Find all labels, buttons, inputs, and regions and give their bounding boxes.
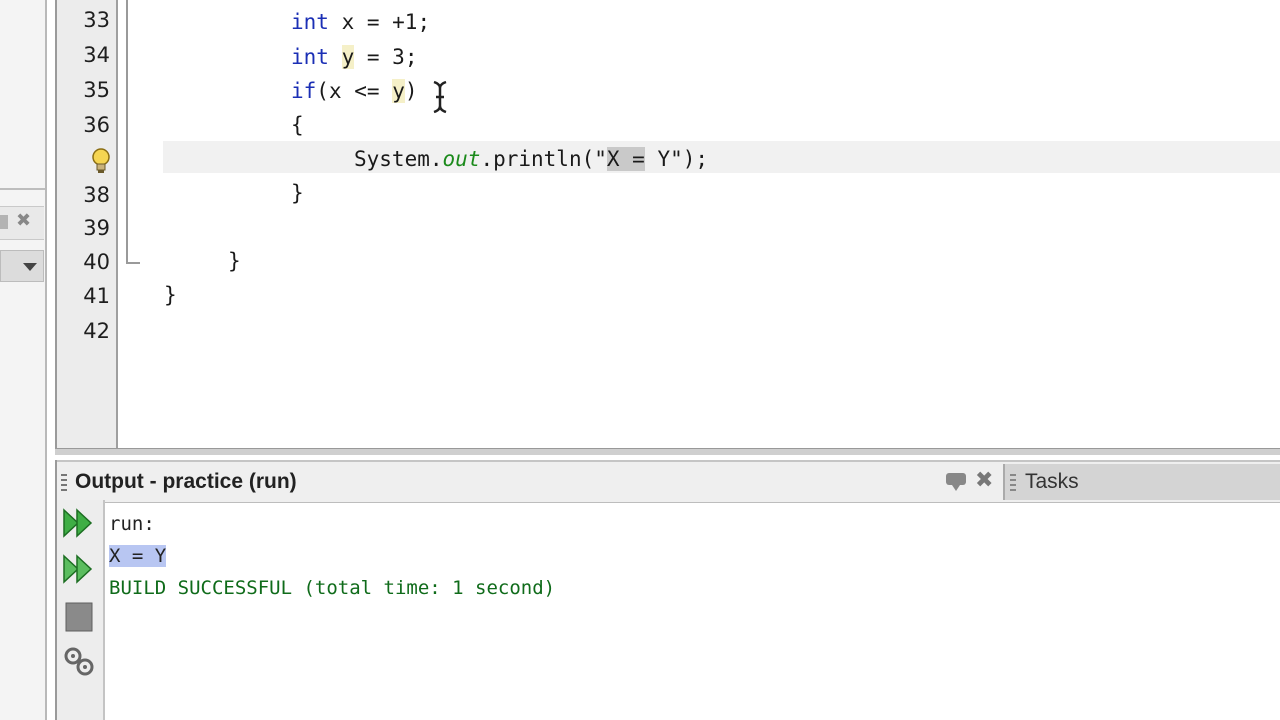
text-cursor-icon [432,80,448,114]
editor-bottom-border[interactable] [55,448,1280,455]
drag-handle-icon [1010,474,1016,492]
line-number: 38 [83,183,110,207]
bulb-icon[interactable] [91,148,111,174]
line-number: 42 [83,319,110,343]
output-console-text[interactable]: run: X = Y BUILD SUCCESSFUL (total time:… [109,508,555,604]
line-number: 41 [83,284,110,308]
stop-icon[interactable] [61,600,97,634]
navigator-tab[interactable]: ✖ [0,206,44,240]
chevron-down-icon [23,263,37,271]
tab-tasks-label: Tasks [1025,470,1079,493]
output-line-run: run: [109,513,155,535]
line-number: 39 [83,216,110,240]
code-line-34: int y = 3; [291,45,418,69]
output-line-build-status: BUILD SUCCESSFUL (total time: 1 second) [109,577,556,599]
current-line-highlight [163,141,1280,173]
line-number: 35 [83,78,110,102]
panel-menu-icon[interactable] [945,472,967,492]
line-number: 36 [83,113,110,137]
code-line-38: } [291,181,304,205]
code-line-36: { [291,113,304,137]
code-line-37: System.out.println("X = Y"); [354,147,709,171]
output-line-result: X = Y [109,545,167,567]
code-area[interactable]: int x = +1; int y = 3; if(x <= y) { Syst… [118,0,1280,450]
line-number: 40 [83,250,110,274]
rerun-icon[interactable] [61,506,97,540]
code-line-41: } [164,283,177,307]
line-number-gutter: 33 34 35 36 38 39 40 41 42 [57,0,118,450]
line-number: 33 [83,8,110,32]
output-tab-title[interactable]: Output - practice (run) [75,470,297,494]
fold-bracket [126,0,140,264]
rerun-with-args-icon[interactable] [61,552,97,586]
left-panel-strip: ✖ [0,0,47,720]
settings-icon[interactable] [61,644,97,678]
close-icon[interactable]: ✖ [16,210,31,231]
tab-grip [0,215,8,229]
code-line-33: int x = +1; [291,10,431,34]
output-header: Output - practice (run) ✖ Tasks [57,460,1280,503]
line-number: 34 [83,43,110,67]
code-line-40: } [228,249,241,273]
output-toolbar [57,500,105,720]
code-line-35: if(x <= y) [291,79,418,103]
output-panel: Output - practice (run) ✖ Tasks run: X =… [55,460,1280,720]
code-editor[interactable]: 33 34 35 36 38 39 40 41 42 int x = +1; i… [55,0,1280,450]
tab-tasks[interactable]: Tasks [1003,464,1280,500]
close-icon[interactable]: ✖ [975,468,993,493]
drag-handle-icon[interactable] [61,474,67,492]
navigator-dropdown[interactable] [0,250,44,282]
panel-divider [0,188,45,190]
